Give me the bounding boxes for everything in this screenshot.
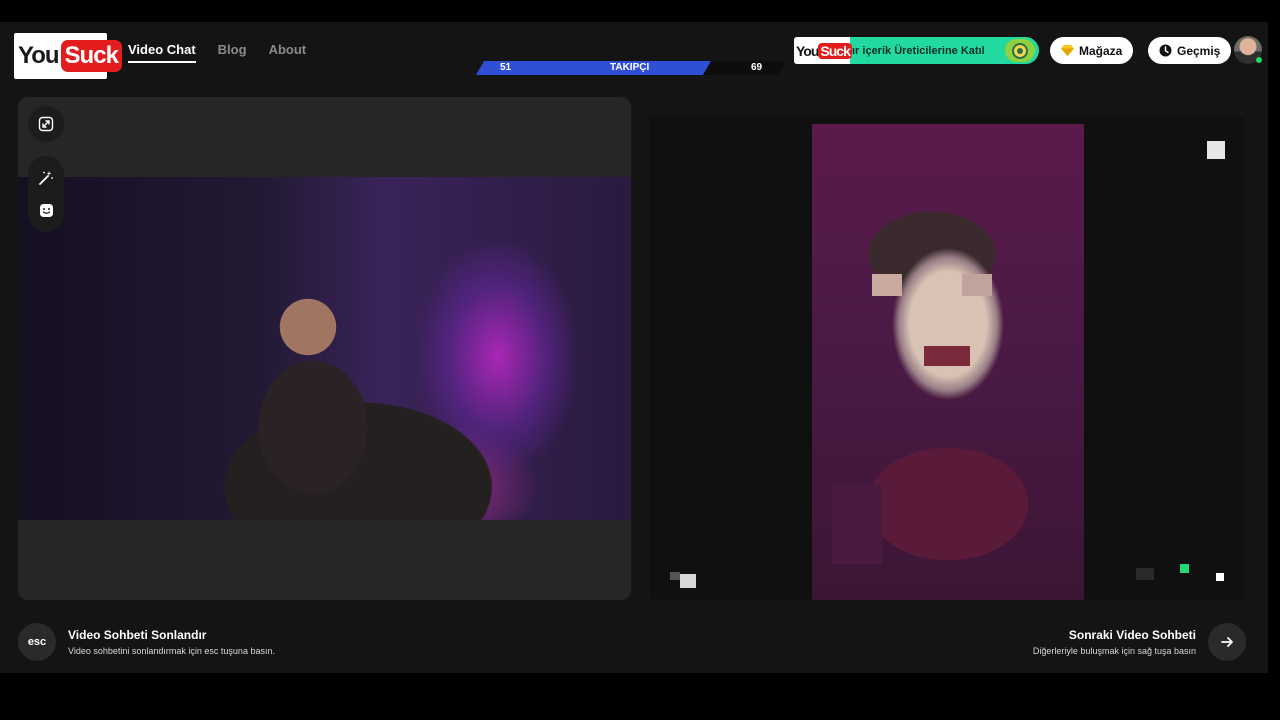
promo-logo-you: You (796, 42, 819, 59)
follower-label: TAKIPÇI (610, 62, 650, 73)
pixel-block (924, 346, 970, 366)
store-label: Mağaza (1079, 43, 1123, 58)
promo-logo: You Suck (794, 37, 852, 64)
effects-toolbar (28, 156, 64, 232)
sticker-button[interactable] (31, 195, 61, 225)
overlay-square (1136, 568, 1154, 580)
follower-count-right: 69 (751, 62, 763, 73)
pixel-block (962, 274, 992, 296)
next-chat-hint: Sonraki Video Sohbeti Diğerleriyle buluş… (1033, 623, 1246, 661)
effects-button[interactable] (31, 163, 61, 193)
creator-promo-banner[interactable]: You Suck ır içerik Üreticilerine Katıl (794, 37, 1039, 64)
next-chat-title: Sonraki Video Sohbeti (1068, 628, 1196, 642)
connection-indicator (1180, 564, 1189, 573)
local-camera-feed (18, 177, 631, 520)
nav-about[interactable]: About (269, 42, 307, 63)
nav-video-chat[interactable]: Video Chat (128, 42, 196, 63)
overlay-square (680, 574, 696, 588)
site-logo[interactable]: You Suck (14, 33, 122, 79)
end-chat-hint: esc Video Sohbeti Sonlandır Video sohbet… (18, 623, 275, 661)
end-chat-text: Video Sohbeti Sonlandır Video sohbetini … (68, 628, 275, 656)
end-chat-subtitle: Video sohbetini sonlandırmak için esc tu… (68, 646, 275, 656)
history-button[interactable]: Geçmiş (1148, 37, 1232, 64)
promo-text: ır içerik Üreticilerine Katıl (852, 44, 985, 57)
overlay-square (1207, 141, 1225, 159)
next-chat-text: Sonraki Video Sohbeti Diğerleriyle buluş… (1033, 628, 1196, 656)
nav-blog[interactable]: Blog (218, 42, 247, 63)
promo-badge-icon (1005, 39, 1035, 62)
esc-key-label: esc (27, 636, 47, 648)
fullscreen-button[interactable] (28, 106, 64, 142)
sticker-icon (39, 203, 53, 217)
pixel-block (872, 274, 902, 296)
main-nav: Video Chat Blog About (128, 42, 306, 63)
remote-camera-feed (812, 124, 1084, 600)
next-chat-button[interactable] (1208, 623, 1246, 661)
diamond-icon (1061, 45, 1074, 56)
follower-count-left: 51 (500, 62, 512, 73)
follower-bar: 51 TAKIPÇI 69 (476, 61, 786, 75)
pixel-block (832, 484, 882, 564)
history-label: Geçmiş (1177, 43, 1221, 58)
end-chat-title: Video Sohbeti Sonlandır (68, 628, 207, 642)
online-status-dot (1256, 57, 1262, 63)
logo-text-suck: Suck (60, 40, 122, 72)
end-chat-button[interactable]: esc (18, 623, 56, 661)
app-window: You Suck Video Chat Blog About 51 TAKIPÇ… (0, 22, 1268, 673)
overlay-square (670, 572, 680, 580)
local-video-panel (18, 97, 631, 600)
arrow-right-icon (1221, 637, 1233, 647)
expand-icon (38, 116, 54, 132)
promo-logo-suck: Suck (818, 42, 852, 59)
clock-icon (1159, 44, 1172, 57)
logo-text-you: You (18, 42, 60, 69)
magic-wand-icon (39, 171, 53, 185)
store-button[interactable]: Mağaza (1050, 37, 1134, 64)
next-chat-subtitle: Diğerleriyle buluşmak için sağ tuşa bası… (1032, 646, 1196, 656)
overlay-square (1216, 573, 1224, 581)
